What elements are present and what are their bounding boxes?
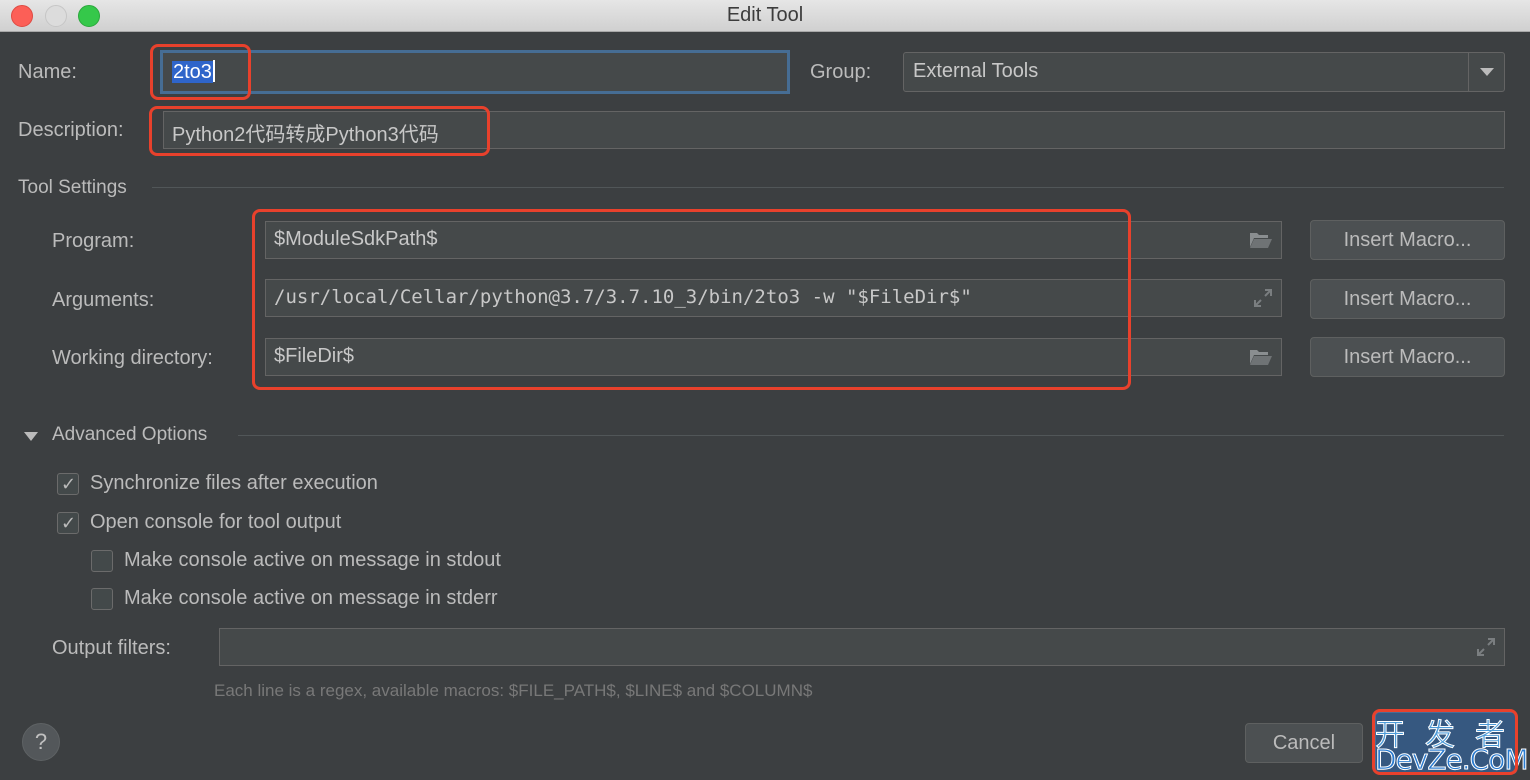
program-input[interactable]: $ModuleSdkPath$ [265,221,1282,259]
description-input[interactable]: Python2代码转成Python3代码 [163,111,1505,149]
name-value: 2to3 [172,61,213,83]
description-label: Description: [18,119,124,141]
text-caret [212,60,215,82]
checkmark-icon: ✓ [61,474,77,494]
chevron-down-icon [1480,68,1494,76]
open-console-label[interactable]: Open console for tool output [90,511,341,534]
description-value: Python2代码转成Python3代码 [172,124,439,146]
console-active-stderr-label[interactable]: Make console active on message in stderr [124,587,498,610]
working-directory-input[interactable]: $FileDir$ [265,338,1282,376]
advanced-options-title: Advanced Options [52,424,208,445]
name-label: Name: [18,61,77,83]
window-title: Edit Tool [726,4,804,26]
insert-macro-working-dir-button[interactable]: Insert Macro... [1310,337,1505,377]
help-button[interactable]: ? [22,723,60,761]
insert-macro-program-button[interactable]: Insert Macro... [1310,220,1505,260]
cancel-button[interactable]: Cancel [1245,723,1363,763]
working-directory-value: $FileDir$ [274,345,355,367]
output-filters-input[interactable] [219,628,1505,666]
program-value: $ModuleSdkPath$ [274,228,438,250]
ok-button[interactable] [1375,712,1517,774]
section-divider [152,187,1504,188]
folder-icon[interactable] [1249,348,1273,366]
program-label: Program: [52,230,135,252]
open-console-checkbox[interactable]: ✓ [57,512,79,534]
title-bar: Edit Tool [0,0,1530,32]
console-active-stdout-label[interactable]: Make console active on message in stdout [124,549,501,572]
arguments-input[interactable]: /usr/local/Cellar/python@3.7/3.7.10_3/bi… [265,279,1282,317]
working-directory-label: Working directory: [52,347,213,369]
output-filters-label: Output filters: [52,637,171,659]
folder-icon[interactable] [1249,231,1273,249]
checkmark-icon: ✓ [61,513,77,533]
group-label: Group: [810,61,872,83]
advanced-options-toggle[interactable]: Advanced Options [22,424,232,450]
group-value: External Tools [913,60,1039,82]
synchronize-files-checkbox[interactable]: ✓ [57,473,79,495]
console-active-stderr-checkbox[interactable] [91,588,113,610]
console-active-stdout-checkbox[interactable] [91,550,113,572]
arguments-label: Arguments: [52,289,155,311]
tool-settings-title: Tool Settings [18,177,127,198]
dropdown-toggle[interactable] [1468,53,1504,91]
triangle-down-icon [24,432,38,441]
expand-icon[interactable] [1476,637,1496,657]
section-divider [238,435,1504,436]
output-filters-hint: Each line is a regex, available macros: … [214,681,813,700]
expand-icon[interactable] [1253,288,1273,308]
arguments-value: /usr/local/Cellar/python@3.7/3.7.10_3/bi… [274,286,972,308]
name-input[interactable]: 2to3 [160,50,790,94]
group-dropdown[interactable]: External Tools [903,52,1505,92]
synchronize-files-label[interactable]: Synchronize files after execution [90,472,378,495]
insert-macro-arguments-button[interactable]: Insert Macro... [1310,279,1505,319]
